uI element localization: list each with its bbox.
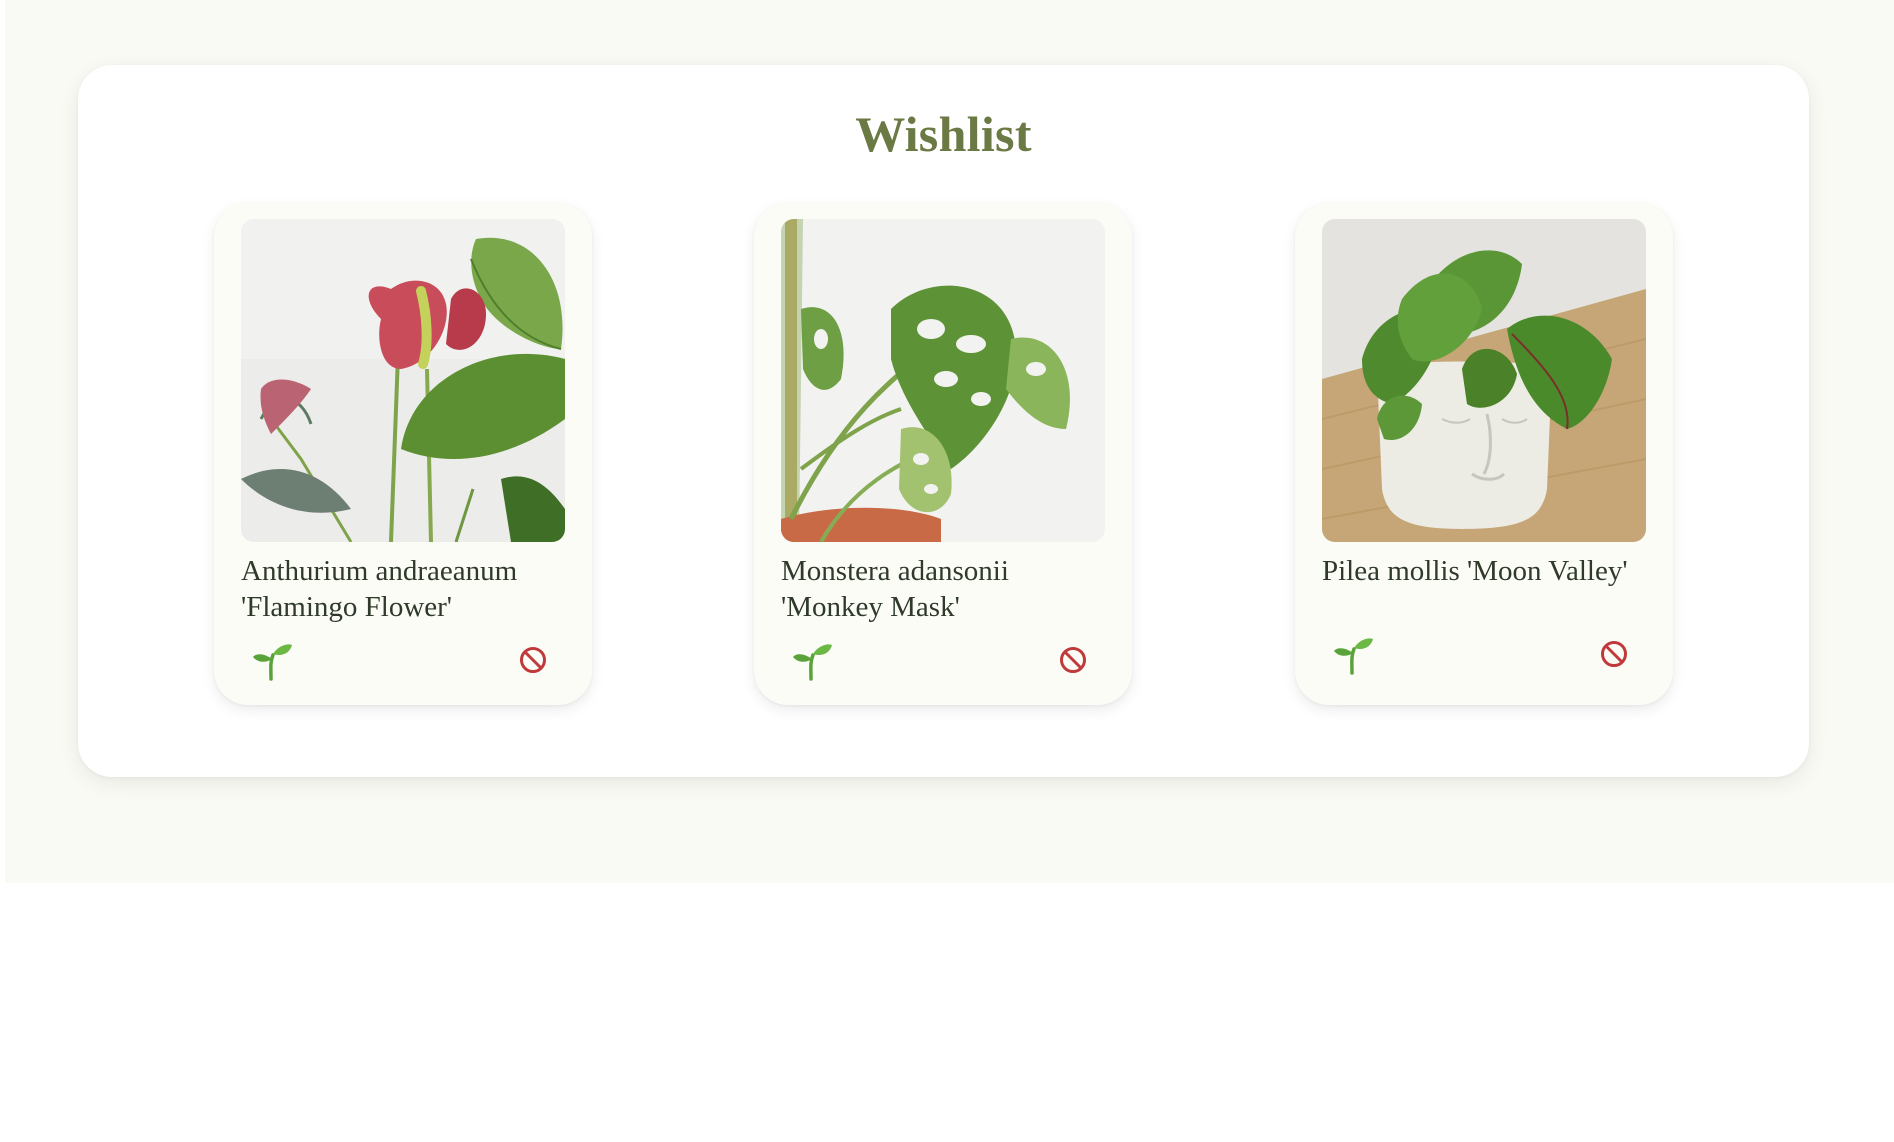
plant-card[interactable]: Pilea mollis 'Moon Valley'	[1295, 203, 1673, 705]
no-entry-icon[interactable]	[1599, 639, 1629, 669]
plant-card[interactable]: Anthurium andraeanum 'Flamingo Flower'	[214, 203, 592, 705]
plant-name: Pilea mollis 'Moon Valley'	[1322, 555, 1628, 587]
no-entry-icon[interactable]	[518, 645, 548, 675]
monstera-photo[interactable]	[781, 219, 1105, 542]
plant-card[interactable]: Monstera adansonii 'Monkey Mask'	[754, 203, 1132, 705]
anthurium-photo[interactable]	[241, 219, 565, 542]
pilea-photo[interactable]	[1322, 219, 1646, 542]
sprout-icon[interactable]	[250, 639, 294, 683]
plant-name: Anthurium andraeanum 'Flamingo Flower'	[241, 555, 518, 623]
sprout-icon[interactable]	[790, 639, 834, 683]
wishlist-panel: Wishlist Anthurium andraeanum 'Flamingo …	[78, 65, 1809, 777]
sprout-icon[interactable]	[1331, 633, 1375, 677]
no-entry-icon[interactable]	[1058, 645, 1088, 675]
page-title: Wishlist	[855, 106, 1032, 162]
plant-name: Monstera adansonii 'Monkey Mask'	[781, 555, 1009, 623]
